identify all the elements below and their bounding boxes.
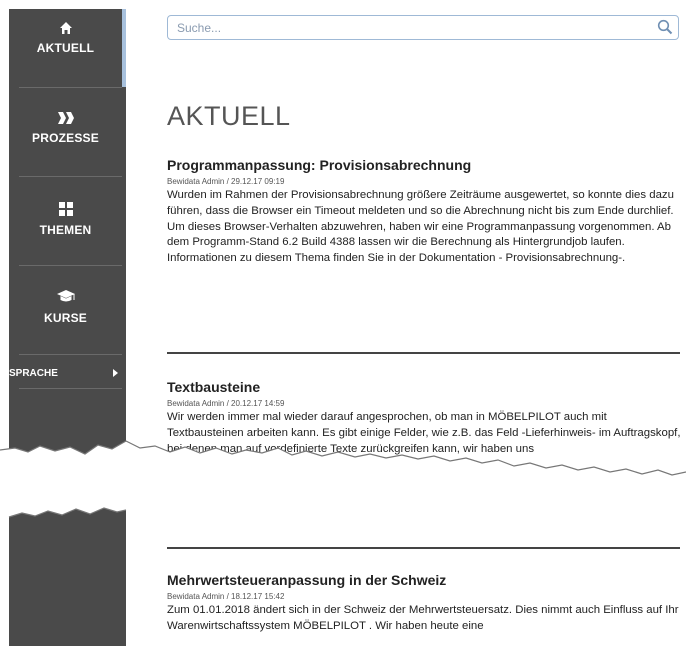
divider <box>19 354 122 355</box>
sidebar-item-label: AKTUELL <box>36 41 95 55</box>
article: Mehrwertsteueranpassung in der Schweiz B… <box>167 572 682 635</box>
grid-icon <box>58 202 73 216</box>
divider <box>19 176 122 177</box>
language-selector[interactable]: SPRACHE <box>9 366 126 386</box>
article-title[interactable]: Programmanpassung: Provisionsabrechnung <box>167 157 682 173</box>
sidebar-item-themen[interactable]: THEMEN <box>9 201 122 237</box>
divider <box>167 547 680 549</box>
torn-edge <box>0 440 686 540</box>
active-indicator <box>122 9 126 87</box>
sidebar: AKTUELL PROZESSE THEMEN KURSE SPRACHE <box>9 9 126 646</box>
sidebar-item-label: KURSE <box>43 311 87 325</box>
sidebar-item-label: THEMEN <box>39 223 92 237</box>
article-title[interactable]: Mehrwertsteueranpassung in der Schweiz <box>167 572 682 588</box>
home-icon <box>59 22 72 34</box>
page-title: AKTUELL <box>167 101 291 131</box>
article: Programmanpassung: Provisionsabrechnung … <box>167 157 682 267</box>
graduation-cap-icon <box>56 290 75 302</box>
article-body: Zum 01.01.2018 ändert sich in der Schwei… <box>167 604 679 632</box>
language-label: SPRACHE <box>9 368 58 379</box>
search-icon[interactable] <box>657 19 673 35</box>
article-title[interactable]: Textbausteine <box>167 379 682 395</box>
divider <box>19 265 122 266</box>
caret-right-icon <box>113 369 118 377</box>
article-meta: Bewidata Admin / 18.12.17 15:42 <box>167 592 285 601</box>
search-input[interactable] <box>177 19 647 36</box>
article-meta: Bewidata Admin / 29.12.17 09:19 <box>167 177 285 186</box>
divider <box>167 352 680 354</box>
divider <box>19 87 122 88</box>
divider <box>19 388 122 389</box>
sidebar-item-label: PROZESSE <box>32 131 99 145</box>
sidebar-item-kurse[interactable]: KURSE <box>9 289 122 325</box>
sidebar-item-aktuell[interactable]: AKTUELL <box>9 21 122 55</box>
double-chevron-icon <box>57 112 74 124</box>
sidebar-item-prozesse[interactable]: PROZESSE <box>9 111 122 145</box>
article-body: Wurden im Rahmen der Provisionsabrechnun… <box>167 189 674 265</box>
article-meta: Bewidata Admin / 20.12.17 14:59 <box>167 399 285 408</box>
search-box <box>167 15 679 40</box>
